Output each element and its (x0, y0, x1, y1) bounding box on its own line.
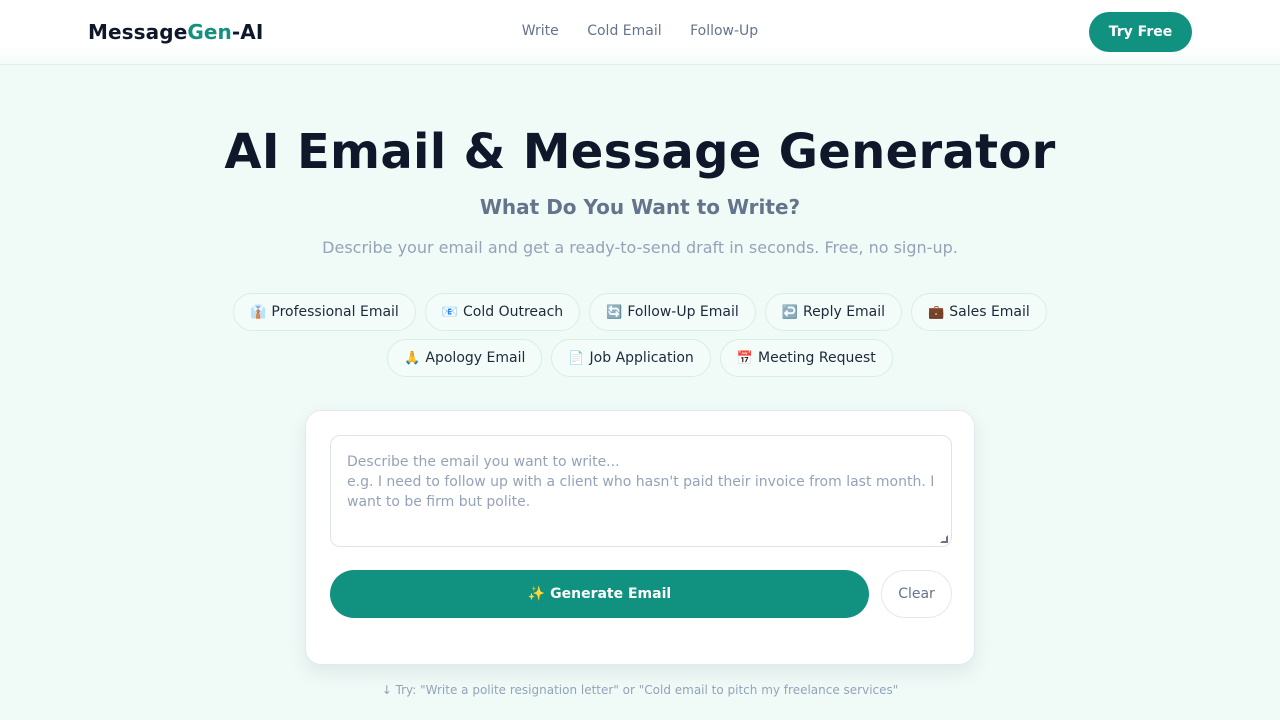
page-title: AI Email & Message Generator (224, 124, 1056, 180)
chip-label: Follow-Up Email (627, 304, 739, 320)
chip-label: Meeting Request (758, 350, 876, 366)
chip-label: Apology Email (425, 350, 526, 366)
site-header: MessageGen-AI Write Cold Email Follow-Up… (0, 0, 1280, 65)
page-subtitle: What Do You Want to Write? (479, 195, 801, 219)
chip-professional-email[interactable]: 👔 Professional Email (233, 293, 416, 331)
chip-meeting-request[interactable]: 📅 Meeting Request (719, 339, 893, 377)
generate-email-button[interactable]: ✨ Generate Email (330, 570, 869, 618)
chip-label: Professional Email (271, 304, 399, 320)
calendar-icon: 📅 (736, 350, 753, 366)
composer-card: Describe the email you want to write... … (305, 410, 975, 665)
chip-sales-email[interactable]: 💼 Sales Email (911, 293, 1047, 331)
clear-button[interactable]: Clear (881, 570, 952, 618)
chip-label: Cold Outreach (463, 304, 564, 320)
chip-follow-up-email[interactable]: 🔄 Follow-Up Email (589, 293, 756, 331)
chip-job-application[interactable]: 📄 Job Application (551, 339, 711, 377)
email-icon: 📧 (441, 304, 459, 320)
document-icon: 📄 (568, 350, 585, 366)
chip-label: Reply Email (802, 304, 886, 320)
nav-link-write[interactable]: Write (522, 23, 559, 39)
chip-reply-email[interactable]: ↩️ Reply Email (764, 293, 903, 331)
chip-apology-email[interactable]: 🙏 Apology Email (387, 339, 543, 377)
refresh-icon: 🔄 (606, 304, 623, 320)
email-prompt-textarea[interactable]: Describe the email you want to write... … (330, 435, 952, 547)
reply-arrow-icon: ↩️ (781, 304, 798, 320)
briefcase-icon: 💼 (928, 304, 945, 320)
nav-link-follow-up[interactable]: Follow-Up (690, 23, 758, 39)
main-nav: Write Cold Email Follow-Up (0, 23, 1280, 39)
try-free-button[interactable]: Try Free (1089, 12, 1192, 52)
necktie-icon: 👔 (250, 304, 267, 320)
template-chips-row-2: 🙏 Apology Email 📄 Job Application 📅 Meeting… (0, 339, 1280, 377)
nav-link-cold-email[interactable]: Cold Email (587, 23, 661, 39)
chip-cold-outreach[interactable]: 📧 Cold Outreach (424, 293, 581, 331)
chip-label: Job Application (589, 350, 694, 366)
folded-hands-icon: 🙏 (404, 350, 421, 366)
template-chips-row-1: 👔 Professional Email 📧 Cold Outreach 🔄 Foll… (0, 293, 1280, 331)
page-description: Describe your email and get a ready-to-s… (322, 238, 958, 257)
resize-handle[interactable] (940, 535, 948, 543)
example-hint: ↓ Try: "Write a polite resignation lette… (381, 683, 899, 697)
chip-label: Sales Email (949, 304, 1030, 320)
